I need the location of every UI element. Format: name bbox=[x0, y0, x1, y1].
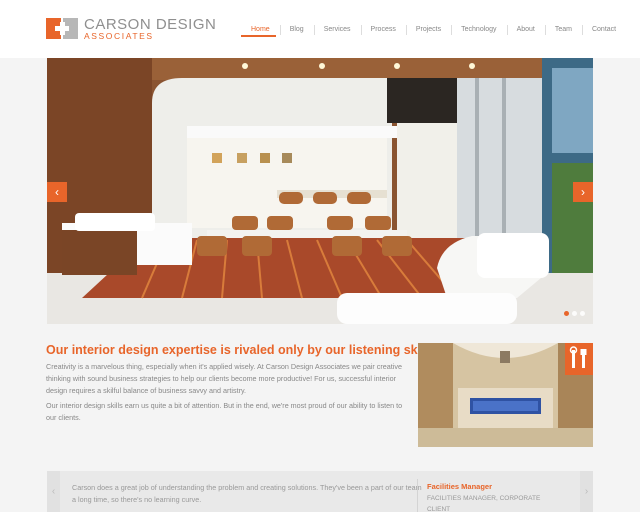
nav-process[interactable]: Process bbox=[360, 24, 406, 36]
logo-mark-icon bbox=[46, 18, 78, 39]
testimonial-divider bbox=[417, 479, 418, 512]
logo-subtitle: ASSOCIATES bbox=[84, 31, 154, 41]
slider-dot-1[interactable] bbox=[564, 311, 569, 316]
slider-dots bbox=[564, 311, 585, 316]
main-nav: Home Blog Services Process Projects Tech… bbox=[241, 22, 626, 38]
nav-active-indicator bbox=[241, 35, 276, 37]
intro-paragraph-1: Creativity is a marvelous thing, especia… bbox=[46, 362, 402, 395]
nav-technology[interactable]: Technology bbox=[451, 24, 506, 36]
nav-services[interactable]: Services bbox=[313, 24, 361, 36]
nav-team[interactable]: Team bbox=[544, 24, 582, 36]
testimonial-role: FACILITIES MANAGER, CORPORATE CLIENT bbox=[427, 495, 541, 512]
tools-icon bbox=[569, 346, 587, 368]
testimonial-quote: Carson does a great job of understanding… bbox=[72, 483, 422, 504]
feature-badge bbox=[565, 343, 593, 375]
testimonial-author: Facilities Manager bbox=[427, 482, 493, 491]
chevron-left-icon: ‹ bbox=[55, 185, 59, 199]
site-logo[interactable]: CARSON DESIGN ASSOCIATES bbox=[46, 16, 216, 41]
intro-heading: Our interior design expertise is rivaled… bbox=[46, 343, 439, 357]
slider-dot-3[interactable] bbox=[580, 311, 585, 316]
slider-dot-2[interactable] bbox=[572, 311, 577, 316]
chevron-right-icon: › bbox=[581, 185, 585, 199]
chevron-right-icon: › bbox=[584, 486, 589, 497]
site-header: CARSON DESIGN ASSOCIATES Home Blog Servi… bbox=[0, 0, 640, 58]
hero-photo bbox=[47, 58, 593, 324]
nav-about[interactable]: About bbox=[506, 24, 545, 36]
testimonial-prev-button[interactable]: ‹ bbox=[47, 471, 60, 512]
hero-slider bbox=[47, 58, 593, 324]
intro-paragraph-2: Our interior design skills earn us quite… bbox=[46, 401, 403, 422]
nav-projects[interactable]: Projects bbox=[405, 24, 451, 36]
slider-prev-button[interactable]: ‹ bbox=[47, 182, 67, 202]
testimonial-next-button[interactable]: › bbox=[580, 471, 593, 512]
testimonial-panel: ‹ Carson does a great job of understandi… bbox=[47, 471, 593, 512]
nav-blog[interactable]: Blog bbox=[279, 24, 314, 36]
nav-contact[interactable]: Contact bbox=[581, 24, 626, 36]
chevron-left-icon: ‹ bbox=[51, 486, 56, 497]
slider-next-button[interactable]: › bbox=[573, 182, 593, 202]
